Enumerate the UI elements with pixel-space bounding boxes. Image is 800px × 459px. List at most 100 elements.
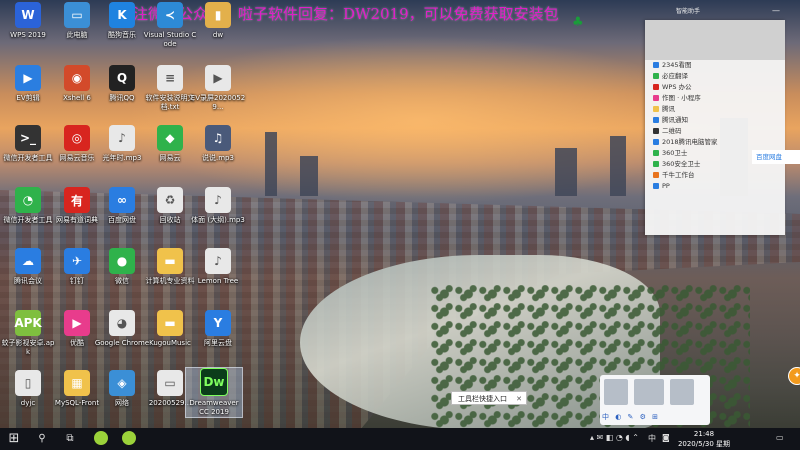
app-icon: 有 bbox=[64, 187, 90, 213]
app-icon: ▬ bbox=[157, 310, 183, 336]
clock[interactable]: 21:48 2020/5/30 星期六 bbox=[676, 429, 732, 459]
side-panel-minimize-button[interactable]: — bbox=[772, 6, 780, 15]
ime-tool-icons[interactable]: 中 ◐ ✎ ⚙ ⊞ bbox=[602, 412, 660, 422]
desktop-icon[interactable]: ☁ 腾讯会议 bbox=[0, 248, 56, 286]
app-icon bbox=[653, 161, 659, 167]
blurred-region bbox=[604, 379, 628, 405]
desktop-icon[interactable]: APK 蚊子影视安卓.apk bbox=[0, 310, 56, 357]
app-icon bbox=[653, 84, 659, 90]
app-icon: ▶ bbox=[64, 310, 90, 336]
app-icon bbox=[653, 106, 659, 112]
app-icon: ▶ bbox=[205, 65, 231, 91]
wallpaper-tower bbox=[300, 156, 318, 196]
side-panel-list: 2345看图 必应翻译 WPS 办公 作图 · 小程序 腾讯腾讯通知 二维码 2018腾讯电… bbox=[645, 60, 785, 192]
desktop-icon[interactable]: ♫ 说说.mp3 bbox=[190, 125, 246, 163]
side-panel-item-label: 2018腾讯电脑管家 bbox=[662, 138, 718, 146]
cloud-drive-button[interactable]: 百度网盘 bbox=[752, 150, 800, 164]
desktop-icon-label: 阿里云盘 bbox=[204, 339, 232, 347]
desktop-icon[interactable]: ♪ Lemon Tree bbox=[190, 248, 246, 286]
taskbar-app-icon[interactable] bbox=[120, 431, 138, 447]
tray-app-icon[interactable]: ◙ bbox=[662, 433, 670, 442]
app-icon: ♻ bbox=[157, 187, 183, 213]
side-panel-item[interactable]: 腾讯通知 bbox=[645, 115, 785, 126]
app-icon: ◕ bbox=[109, 310, 135, 336]
floating-assistant-ball[interactable]: ✦ bbox=[788, 367, 800, 385]
search-icon[interactable]: ⚲ bbox=[32, 431, 52, 447]
side-panel-item-label: 360安全卫士 bbox=[662, 160, 701, 168]
app-icon: ☁ bbox=[15, 248, 41, 274]
notification-icon[interactable]: ▭ bbox=[776, 433, 784, 442]
desktop-icon[interactable]: ♪ 体面 (大纲).mp3 bbox=[190, 187, 246, 225]
side-panel-item[interactable]: 二维码 bbox=[645, 126, 785, 137]
desktop-icon-label: EV录屏20200529... bbox=[190, 94, 246, 111]
desktop-icon-label: dw bbox=[212, 31, 224, 39]
assistant-side-panel: 2345看图 必应翻译 WPS 办公 作图 · 小程序 腾讯腾讯通知 二维码 2018腾讯电… bbox=[645, 20, 785, 235]
app-icon bbox=[653, 95, 659, 101]
side-panel-item-label: 360卫士 bbox=[662, 149, 688, 157]
taskbar-app-icon[interactable] bbox=[92, 431, 110, 447]
app-icon: ◈ bbox=[109, 370, 135, 396]
side-panel-title: 智能助手 bbox=[676, 8, 701, 15]
app-icon: W bbox=[15, 2, 41, 28]
desktop-icon[interactable]: ▶ EV剪辑 bbox=[0, 65, 56, 103]
desktop-icon-label: 说说.mp3 bbox=[202, 154, 234, 162]
desktop-icon-label: dyjc bbox=[20, 399, 36, 407]
desktop-icon[interactable]: >_ 微信开发者工具 bbox=[0, 125, 56, 163]
desktop-icon[interactable]: ◔ 微信开发者工具 bbox=[0, 187, 56, 225]
app-icon: ▦ bbox=[64, 370, 90, 396]
app-icon: APK bbox=[14, 310, 42, 336]
side-panel-item-label: 千牛工作台 bbox=[662, 171, 695, 179]
app-icon: ≡ bbox=[157, 65, 183, 91]
clock-date: 2020/5/30 星期六 bbox=[677, 440, 731, 458]
tooltip-close-icon[interactable]: ✕ bbox=[516, 392, 522, 406]
wallpaper-tower bbox=[265, 132, 277, 196]
desktop-icon[interactable]: ▮ dw bbox=[190, 2, 246, 40]
side-panel-item[interactable]: 腾讯 bbox=[645, 104, 785, 115]
side-panel-item[interactable]: 千牛工作台 bbox=[645, 170, 785, 181]
app-icon: Q bbox=[109, 65, 135, 91]
side-panel-item[interactable]: 2345看图 bbox=[645, 60, 785, 71]
app-icon: ▶ bbox=[15, 65, 41, 91]
app-icon bbox=[653, 73, 659, 79]
blurred-region bbox=[670, 379, 694, 405]
side-panel-item-label: PP bbox=[662, 182, 670, 190]
side-panel-item[interactable]: PP bbox=[645, 181, 785, 192]
app-icon bbox=[653, 150, 659, 156]
app-icon: ◔ bbox=[15, 187, 41, 213]
toolbar-shortcut-tooltip: 工具栏快捷入口 ✕ bbox=[451, 391, 527, 405]
tree-icon: ♣ bbox=[572, 15, 584, 30]
desktop-icon[interactable]: Dw Dreamweaver CC 2019 bbox=[185, 367, 243, 418]
task-view-icon[interactable]: ⧉ bbox=[60, 431, 80, 447]
app-icon: ▭ bbox=[157, 370, 183, 396]
taskbar: ⊞ ⚲ ⧉ ▴ ✉ ◧ ◔ ◖ ⌃ 中 ◙ 21:48 2020/5/30 星期… bbox=[0, 428, 800, 458]
desktop-icon[interactable]: ▯ dyjc bbox=[0, 370, 56, 408]
ime-indicator[interactable]: 中 bbox=[648, 433, 656, 444]
side-panel-header bbox=[645, 20, 785, 60]
side-panel-item-label: 作图 · 小程序 bbox=[662, 94, 701, 102]
app-icon: ◎ bbox=[64, 125, 90, 151]
side-panel-item[interactable]: WPS 办公 bbox=[645, 82, 785, 93]
tooltip-text: 工具栏快捷入口 bbox=[458, 395, 507, 403]
side-panel-item[interactable]: 2018腾讯电脑管家 bbox=[645, 137, 785, 148]
side-panel-item[interactable]: 作图 · 小程序 bbox=[645, 93, 785, 104]
desktop-icon[interactable]: Y 阿里云盘 bbox=[190, 310, 246, 348]
desktop-icon[interactable]: ▶ EV录屏20200529... bbox=[190, 65, 246, 112]
desktop-icon[interactable]: W WPS 2019 bbox=[0, 2, 56, 40]
clock-time: 21:48 bbox=[693, 430, 715, 438]
app-icon: >_ bbox=[15, 125, 41, 151]
side-panel-item-label: 必应翻译 bbox=[662, 72, 688, 80]
app-icon: ♪ bbox=[109, 125, 135, 151]
desktop-icon-label: 腾讯会议 bbox=[14, 277, 42, 285]
side-panel-item[interactable]: 必应翻译 bbox=[645, 71, 785, 82]
start-button[interactable]: ⊞ bbox=[4, 431, 24, 447]
ime-toolbar[interactable]: 中 ◐ ✎ ⚙ ⊞ bbox=[600, 375, 710, 425]
desktop-icon-label: 微信开发者工具 bbox=[3, 154, 53, 162]
app-icon: ✈ bbox=[64, 248, 90, 274]
tray-icons[interactable]: ▴ ✉ ◧ ◔ ◖ ⌃ bbox=[590, 433, 639, 442]
side-panel-item-label: 腾讯 bbox=[662, 105, 675, 113]
desktop-icon-label: EV剪辑 bbox=[16, 94, 40, 102]
side-panel-item-label: 2345看图 bbox=[662, 61, 692, 69]
app-icon: ▮ bbox=[205, 2, 231, 28]
desktop-icon-label: 体面 (大纲).mp3 bbox=[191, 216, 245, 224]
app-icon: ▯ bbox=[15, 370, 41, 396]
